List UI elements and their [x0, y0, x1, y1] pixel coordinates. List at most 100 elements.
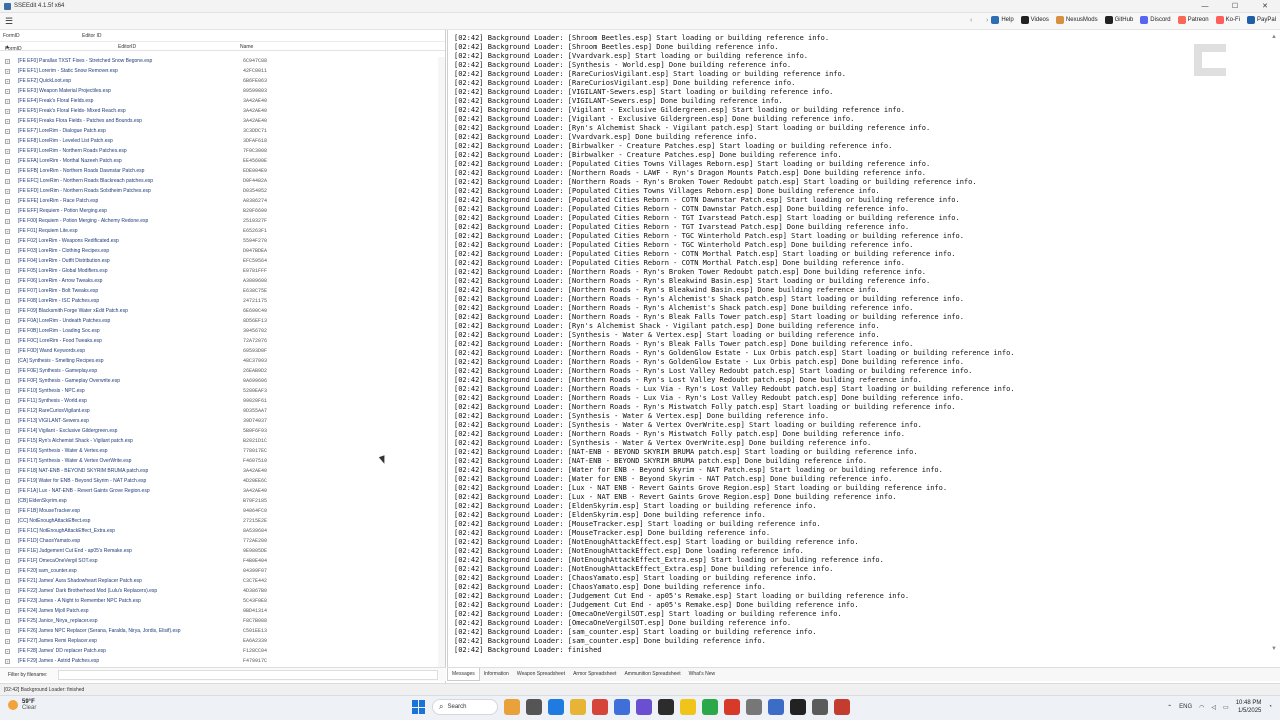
expand-icon[interactable]: + — [5, 579, 10, 584]
tree-row[interactable]: + [FE EF3] Weapon Material Projectiles.es… — [0, 87, 437, 97]
tab-what-s-new[interactable]: What's New — [685, 668, 720, 681]
expand-icon[interactable]: + — [5, 189, 10, 194]
expand-icon[interactable]: + — [5, 159, 10, 164]
tree-row[interactable]: + [FE F03] LoreRim - Clothing Recipes.esp… — [0, 247, 437, 257]
expand-icon[interactable]: + — [5, 619, 10, 624]
expand-icon[interactable]: + — [5, 239, 10, 244]
battery-icon[interactable]: ▭ — [1223, 704, 1229, 711]
expand-icon[interactable]: + — [5, 199, 10, 204]
expand-icon[interactable]: + — [5, 249, 10, 254]
expand-icon[interactable]: + — [5, 559, 10, 564]
tree-row[interactable]: + [FE F16] Synthesis - Water & Vertex.esp… — [0, 447, 437, 457]
taskbar-app-icon[interactable] — [504, 699, 520, 715]
tree-row[interactable]: + [FE F1F] OmecaOneVergil SOT.esp F4B0E404 — [0, 557, 437, 567]
expand-icon[interactable]: + — [5, 349, 10, 354]
tree-row[interactable]: + [FE F01] Requiem Lite.esp E65263F1 — [0, 227, 437, 237]
expand-icon[interactable]: + — [5, 379, 10, 384]
tree-row[interactable]: + [FE F29] James - Astrid Patches.esp F479… — [0, 657, 437, 667]
expand-icon[interactable]: + — [5, 639, 10, 644]
tree-row[interactable]: + [FE EF1] Lorerim - Static Snow Remover.… — [0, 67, 437, 77]
editorid-search-label[interactable]: Editor ID — [82, 33, 101, 39]
tree-row[interactable]: + [FE F18] NAT-ENB - BEYOND SKYRIM BRUMA … — [0, 467, 437, 477]
expand-icon[interactable]: + — [5, 329, 10, 334]
tree-row[interactable]: + [FE F27] James Remi Replacer.esp EA6A233… — [0, 637, 437, 647]
tree-row[interactable]: + [FE F1B] MouseTracker.esp 94064FC0 — [0, 507, 437, 517]
expand-icon[interactable]: + — [5, 309, 10, 314]
tree-row[interactable]: + [FE F28] James' DD replacer Patch.esp F1… — [0, 647, 437, 657]
expand-icon[interactable]: + — [5, 139, 10, 144]
tree-row[interactable]: + [FE F06] LoreRim - Arrow Tweaks.esp A308… — [0, 277, 437, 287]
expand-icon[interactable]: + — [5, 369, 10, 374]
expand-icon[interactable]: + — [5, 89, 10, 94]
toolbar-link-paypal[interactable]: PayPal — [1246, 16, 1276, 24]
message-log[interactable]: [02:42] Background Loader: [Shroom Beetl… — [454, 34, 1266, 659]
tree-row[interactable]: + [FE F1E] Judgement Cut End - ap05's Rem… — [0, 547, 437, 557]
tree-row[interactable]: + [CB] EldenSkyrim.esp B70F2185 — [0, 497, 437, 507]
expand-icon[interactable]: + — [5, 299, 10, 304]
expand-icon[interactable]: + — [5, 519, 10, 524]
taskbar-app-icon[interactable] — [592, 699, 608, 715]
tree-row[interactable]: + [FE F12] RareCuriosVigilant.esp 9D355AA7 — [0, 407, 437, 417]
toolbar-link-nexusmods[interactable]: NexusMods — [1055, 16, 1098, 24]
tree-row[interactable]: + [FE EFD] LoreRim - Northern Roads Solst… — [0, 187, 437, 197]
toolbar-link-ko-fi[interactable]: Ko-Fi — [1215, 16, 1240, 24]
tab-armor-spreadsheet[interactable]: Armor Spreadsheet — [569, 668, 620, 681]
weather-widget[interactable]: 59°F Clear — [8, 699, 36, 711]
expand-icon[interactable]: + — [5, 119, 10, 124]
wifi-icon[interactable]: ◠ — [1199, 704, 1204, 711]
tab-messages[interactable]: Messages — [447, 668, 480, 681]
tree-row[interactable]: + [FE F08] LoreRim - ISC Patches.esp 24721… — [0, 297, 437, 307]
toolbar-link-patreon[interactable]: Patreon — [1177, 16, 1209, 24]
expand-icon[interactable]: + — [5, 419, 10, 424]
expand-icon[interactable]: + — [5, 469, 10, 474]
taskbar-app-icon[interactable] — [812, 699, 828, 715]
expand-icon[interactable]: + — [5, 319, 10, 324]
expand-icon[interactable]: + — [5, 479, 10, 484]
tree-row[interactable]: + [CA] Synthesis - Smelting Recipes.esp 48… — [0, 357, 437, 367]
filter-input[interactable] — [58, 670, 438, 680]
expand-icon[interactable]: + — [5, 649, 10, 654]
tree-row[interactable]: + [FE EF6] Freaks Flora Fields - Patches … — [0, 117, 437, 127]
tree-row[interactable]: + [FE EF0] Parallax TXST Fixes - Stretche… — [0, 57, 437, 67]
taskbar-app-icon[interactable] — [790, 699, 806, 715]
tree-row[interactable]: + [FE F15] Ryn's Alchemist Shack - Vigila… — [0, 437, 437, 447]
tree-row[interactable]: + [FE EF2] QuickLoot.esp 6B6FE063 — [0, 77, 437, 87]
tree-row[interactable]: + [FE F0D] Wand Keywords.esp 60593D0F — [0, 347, 437, 357]
column-formid[interactable]: FormID ▲ — [5, 44, 22, 52]
windows-start-icon[interactable] — [412, 700, 426, 714]
close-button[interactable]: ✕ — [1250, 0, 1280, 13]
expand-icon[interactable]: + — [5, 69, 10, 74]
tree-row[interactable]: + [FE F24] James Mjoll Patch.esp 0BD41314 — [0, 607, 437, 617]
tree-row[interactable]: + [FE F26] James NPC Replacer (Serana, Fa… — [0, 627, 437, 637]
column-editorid[interactable]: EditorID — [118, 44, 136, 50]
toolbar-link-github[interactable]: GitHub — [1104, 16, 1133, 24]
tree-row[interactable]: + [FE F22] James' Dark Brotherhood Mod (L… — [0, 587, 437, 597]
expand-icon[interactable]: + — [5, 129, 10, 134]
expand-icon[interactable]: + — [5, 609, 10, 614]
tree-row[interactable]: + [FE F11] Synthesis - World.esp 99020F61 — [0, 397, 437, 407]
toolbar-link-help[interactable]: Help — [991, 16, 1014, 24]
expand-icon[interactable]: + — [5, 659, 10, 664]
tree-row[interactable]: + [FE F0E] Synthesis - Gameplay.esp 26EAB9… — [0, 367, 437, 377]
notification-icon[interactable]: ◔ — [1268, 704, 1272, 710]
taskbar-app-icon[interactable] — [614, 699, 630, 715]
maximize-button[interactable]: ☐ — [1220, 0, 1250, 13]
expand-icon[interactable]: + — [5, 289, 10, 294]
tree-row[interactable]: + [FE F10] Synthesis - NPC.esp 5280EAF3 — [0, 387, 437, 397]
tree-row[interactable]: + [FE F1C] NotEnoughAttackEffect_Extra.es… — [0, 527, 437, 537]
tree-row[interactable]: + [FE F0A] LoreRim - Undeath Patches.esp 8… — [0, 317, 437, 327]
back-arrow-icon[interactable]: ‹ — [970, 17, 972, 24]
expand-icon[interactable]: + — [5, 409, 10, 414]
formid-search-label[interactable]: FormID — [3, 33, 20, 39]
expand-icon[interactable]: + — [5, 499, 10, 504]
tree-row[interactable]: + [FE F04] LoreRim - Outfit Distribution.… — [0, 257, 437, 267]
taskbar-app-icon[interactable] — [548, 699, 564, 715]
tree-row[interactable]: + [FE F05] LoreRim - Global Modifiers.esp… — [0, 267, 437, 277]
expand-icon[interactable]: + — [5, 509, 10, 514]
expand-icon[interactable]: + — [5, 569, 10, 574]
expand-icon[interactable]: + — [5, 149, 10, 154]
tree-row[interactable]: + [FE F25] Janice_Nirya_replacer.esp F8C7B… — [0, 617, 437, 627]
expand-icon[interactable]: + — [5, 439, 10, 444]
clock[interactable]: 10:48 PM 1/5/2025 — [1236, 699, 1262, 715]
tree-row[interactable]: + [FE EF5] Freak's Floral Fields- Mixed R… — [0, 107, 437, 117]
